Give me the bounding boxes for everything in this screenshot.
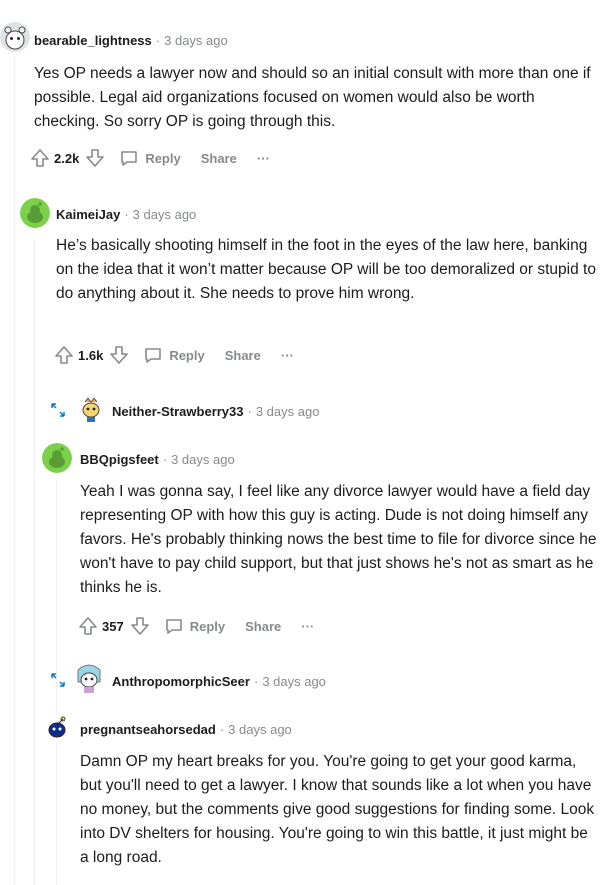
avatar-icon[interactable]: [0, 22, 30, 52]
comment-actions: 2.2k Reply Share ···: [30, 146, 270, 170]
comment-meta: bearable_lightness · 3 days ago: [34, 32, 228, 50]
upvote-icon: [79, 617, 97, 635]
username[interactable]: BBQpigsfeet: [80, 452, 159, 467]
comment-body: Yes OP needs a lawyer now and should so …: [34, 65, 591, 130]
comment-icon: [121, 151, 138, 166]
share-label: Share: [245, 618, 282, 634]
reply-label: Reply: [145, 150, 181, 166]
meta-separator: ·: [155, 33, 161, 48]
username[interactable]: bearable_lightness: [34, 33, 152, 48]
more-options-icon: ···: [256, 150, 270, 166]
avatar-icon[interactable]: [42, 443, 72, 473]
meta-separator: ·: [247, 404, 252, 419]
reply-label: Reply: [169, 347, 205, 363]
meta-separator: ·: [162, 452, 168, 467]
more-options-button[interactable]: ···: [251, 151, 270, 166]
downvote-icon: [110, 346, 129, 364]
comment-actions: 357 Reply Share ···: [78, 614, 314, 638]
downvote-button[interactable]: [85, 148, 105, 168]
username[interactable]: KaimeiJay: [56, 207, 120, 222]
upvote-button[interactable]: [30, 148, 50, 168]
upvote-icon: [31, 149, 49, 167]
share-button[interactable]: Share: [195, 151, 237, 166]
expand-arrows-icon[interactable]: [50, 402, 66, 418]
comment-meta: pregnantseahorsedad · 3 days ago: [80, 721, 292, 739]
meta-separator: ·: [124, 207, 129, 222]
upvote-button[interactable]: [78, 616, 98, 636]
share-button[interactable]: Share: [239, 619, 281, 634]
more-options-icon: ···: [280, 347, 294, 363]
reply-label: Reply: [189, 618, 226, 634]
upvote-icon: [55, 346, 73, 364]
comment-actions: 1.6k Reply Share ···: [54, 343, 294, 367]
username[interactable]: AnthropomorphicSeer: [112, 674, 250, 689]
timestamp[interactable]: 3 days ago: [164, 33, 228, 48]
downvote-icon: [130, 617, 149, 635]
comment-meta: AnthropomorphicSeer · 3 days ago: [112, 673, 326, 691]
thread-line[interactable]: [34, 240, 35, 885]
comment-icon: [145, 348, 162, 363]
timestamp[interactable]: 3 days ago: [256, 404, 320, 419]
more-options-button[interactable]: ···: [295, 619, 314, 634]
timestamp[interactable]: 3 days ago: [228, 722, 292, 737]
downvote-button[interactable]: [130, 616, 150, 636]
more-options-icon: ···: [301, 618, 315, 634]
share-label: Share: [224, 347, 261, 363]
username[interactable]: Neither-Strawberry33: [112, 404, 244, 419]
comment-body: Damn OP my heart breaks for you. You're …: [80, 753, 595, 866]
comment-meta: KaimeiJay · 3 days ago: [56, 206, 196, 224]
reply-button[interactable]: Reply: [119, 148, 181, 168]
share-label: Share: [200, 150, 237, 166]
username[interactable]: pregnantseahorsedad: [80, 722, 216, 737]
avatar-icon[interactable]: [42, 713, 72, 743]
upvote-button[interactable]: [54, 345, 74, 365]
downvote-icon: [86, 149, 105, 167]
timestamp[interactable]: 3 days ago: [262, 674, 326, 689]
vote-score: 2.2k: [54, 150, 80, 166]
vote-score: 1.6k: [78, 347, 104, 363]
expand-arrows-icon[interactable]: [50, 672, 66, 688]
avatar-icon[interactable]: [72, 660, 106, 694]
meta-separator: ·: [219, 722, 225, 737]
avatar-icon[interactable]: [20, 198, 50, 228]
comment-body: He’s basically shooting himself in the f…: [56, 237, 596, 302]
comment-icon: [165, 619, 182, 634]
avatar-icon[interactable]: [76, 393, 106, 423]
comment-body: Yeah I was gonna say, I feel like any di…: [80, 483, 597, 596]
comment-meta: BBQpigsfeet · 3 days ago: [80, 451, 235, 469]
downvote-button[interactable]: [109, 345, 129, 365]
reply-button[interactable]: Reply: [143, 345, 205, 365]
timestamp[interactable]: 3 days ago: [133, 207, 197, 222]
comment-meta: Neither-Strawberry33 · 3 days ago: [112, 403, 319, 421]
meta-separator: ·: [253, 674, 259, 689]
timestamp[interactable]: 3 days ago: [171, 452, 235, 467]
more-options-button[interactable]: ···: [275, 348, 294, 363]
reply-button[interactable]: Reply: [164, 616, 225, 636]
share-button[interactable]: Share: [219, 348, 261, 363]
thread-line[interactable]: [14, 56, 15, 885]
vote-score: 357: [102, 618, 124, 634]
